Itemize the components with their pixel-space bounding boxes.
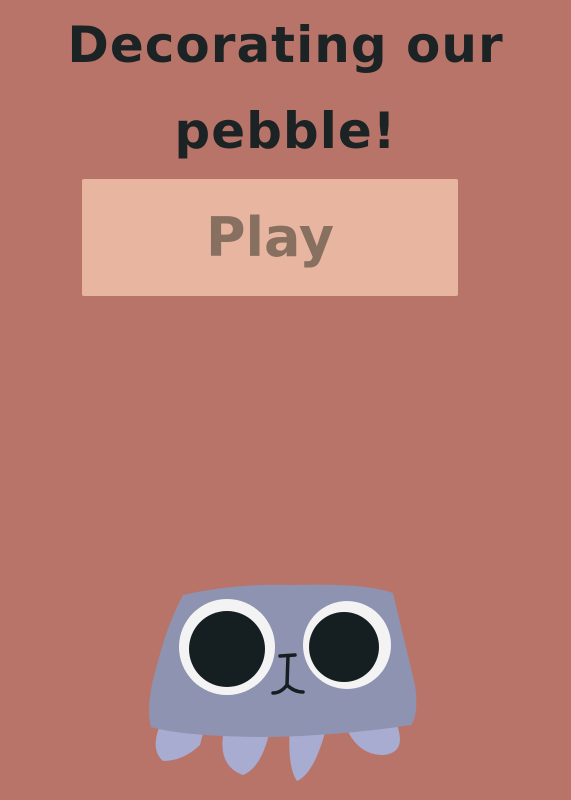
pebble-creature-icon [145,575,425,800]
title-line-1: Decorating our [67,16,504,74]
title-line-2: pebble! [174,102,397,160]
play-button[interactable]: Play [82,179,458,296]
page-title: Decorating our pebble! [0,2,571,174]
right-eye [303,601,391,689]
left-eye [179,599,275,695]
